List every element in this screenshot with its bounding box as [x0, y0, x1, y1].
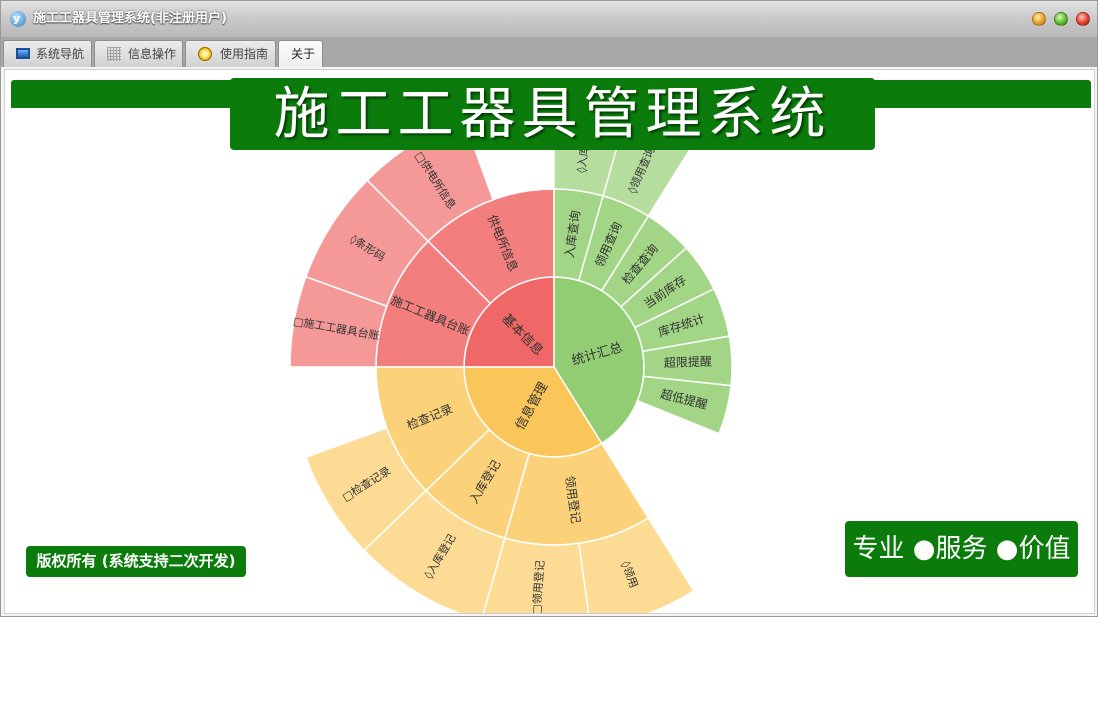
tab-about[interactable]: 关于 — [278, 40, 323, 67]
grid-icon — [107, 47, 121, 61]
app-logo-icon: y — [10, 11, 26, 27]
system-title: 施工工器具管理系统 — [273, 82, 832, 147]
tab-user-guide[interactable]: 使用指南 — [185, 40, 276, 67]
about-panel: 基本信息 施工工器具台账 □施工工器具台账 ◊条形码 供电所信息 □供电所信息 统计汇总 入库… — [4, 69, 1095, 614]
tab-label: 信息操作 — [128, 47, 177, 61]
minimize-button[interactable] — [1032, 12, 1046, 26]
slogan-badge: 专业 ●服务 ●价值 — [845, 521, 1078, 577]
tab-system-nav[interactable]: 系统导航 — [3, 40, 92, 67]
maximize-button[interactable] — [1054, 12, 1068, 26]
tab-info-operation[interactable]: 信息操作 — [94, 40, 183, 67]
monitor-icon — [16, 48, 30, 59]
tab-label: 关于 — [291, 47, 316, 61]
app-window: y 施工工器具管理系统(非注册用户) 系统导航 信息操作 使用指南 关于 基本信… — [0, 0, 1098, 617]
close-button[interactable] — [1076, 12, 1090, 26]
sunburst-menu-segment-label: 超限提醒 — [664, 353, 713, 370]
copyright-badge: 版权所有 (系统支持二次开发) — [26, 546, 246, 577]
tab-label: 系统导航 — [36, 47, 85, 61]
tab-label: 使用指南 — [220, 47, 269, 61]
title-bar[interactable]: y 施工工器具管理系统(非注册用户) — [1, 1, 1097, 38]
system-title-banner: 施工工器具管理系统 — [230, 78, 875, 150]
clock-icon — [198, 47, 212, 61]
window-title: 施工工器具管理系统(非注册用户) — [33, 11, 227, 26]
tab-bar: 系统导航 信息操作 使用指南 关于 — [1, 37, 1097, 67]
